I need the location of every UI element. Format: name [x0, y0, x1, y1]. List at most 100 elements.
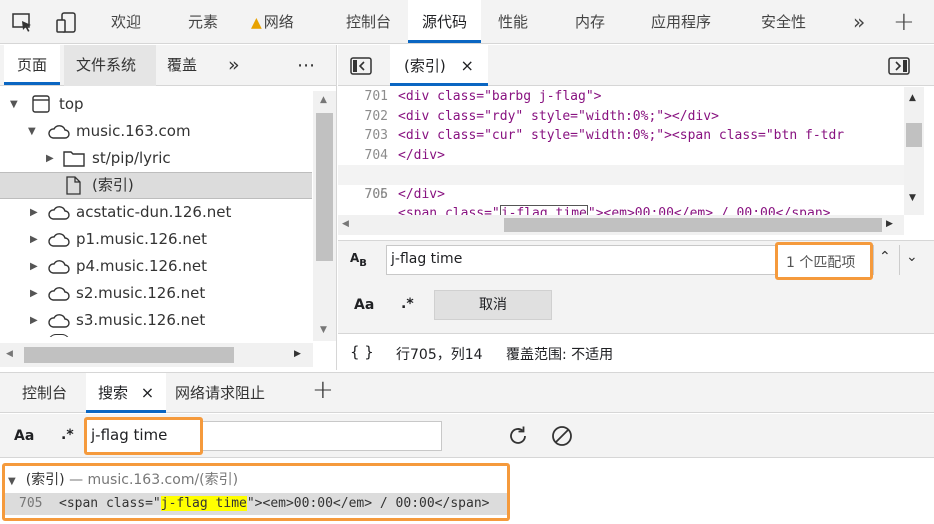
tab-performance[interactable]: 性能: [498, 0, 528, 44]
toggle-navigator-button[interactable]: [350, 57, 372, 75]
line-number: 702: [364, 108, 388, 124]
result-line-number: 705: [19, 496, 43, 511]
scroll-left-arrow-icon[interactable]: ◀: [6, 349, 13, 359]
regex-button[interactable]: .*: [61, 427, 74, 443]
navigator-vertical-scrollbar[interactable]: ▲ ▼: [313, 91, 336, 341]
sources-editor: (索引) × <div class="m-pbar" data-action="…: [338, 45, 934, 371]
scrollbar-thumb[interactable]: [504, 218, 882, 232]
scroll-right-arrow-icon[interactable]: ▶: [886, 219, 893, 229]
tab-welcome[interactable]: 欢迎: [111, 0, 141, 44]
find-input-value: j-flag time: [391, 251, 463, 267]
tree-item-domain[interactable]: ▶ s3.music.126.net: [0, 307, 312, 334]
editor-tab-label: (索引): [404, 57, 446, 75]
code-view[interactable]: <div class="m-pbar" data-action="noop"> …: [338, 87, 904, 217]
chevron-up-icon: ⌃: [879, 249, 891, 265]
clear-button[interactable]: [550, 424, 574, 448]
editor-status-bar: { } 行705，列14 覆盖范围: 不适用: [338, 333, 934, 371]
tree-item-folder[interactable]: ▶ st/pip/lyric: [0, 145, 312, 172]
drawer-tabs: 控制台 搜索 × 网络请求阻止 +: [0, 372, 934, 413]
scrollbar-thumb[interactable]: [316, 113, 333, 261]
drawer-tab-label: 网络请求阻止: [175, 384, 266, 402]
tab-security[interactable]: 安全性: [761, 0, 806, 44]
tab-console[interactable]: 控制台: [346, 0, 391, 44]
drawer-tab-console[interactable]: 控制台: [22, 373, 67, 413]
tab-elements[interactable]: 元素: [188, 0, 218, 44]
tree-item-label: acstatic-dun.126.net: [76, 203, 232, 221]
match-case-button[interactable]: Aa: [354, 297, 374, 313]
tree-item-top[interactable]: ▼ top: [0, 91, 312, 118]
drawer-tab-network-request-blocking[interactable]: 网络请求阻止: [175, 373, 265, 413]
tab-overrides[interactable]: 覆盖: [167, 45, 197, 86]
tree-item-music-163[interactable]: ▼ music.163.com: [0, 118, 312, 145]
tab-network[interactable]: ▲ 网络: [251, 0, 294, 44]
result-match-highlight: j-flag time: [160, 496, 247, 511]
navigator-tabs: 页面 文件系统 覆盖 » ⋯: [0, 45, 336, 86]
sources-navigator: 页面 文件系统 覆盖 » ⋯ ▼ top ▼ music.163.com ▶ s…: [0, 45, 337, 370]
tree-item-label: music.163.com: [76, 122, 191, 140]
tab-security-label: 安全性: [761, 13, 807, 31]
tree-item-label: st/pip/lyric: [92, 149, 171, 167]
tree-item-domain[interactable]: ▶ s2.music.126.net: [0, 280, 312, 307]
line-text: </div>: [398, 186, 445, 202]
code-horizontal-scrollbar[interactable]: ◀ ▶: [338, 215, 904, 235]
replace-toggle-icon[interactable]: AB: [350, 251, 367, 269]
tab-page[interactable]: 页面: [4, 45, 61, 85]
pretty-print-button[interactable]: { }: [350, 343, 374, 361]
scroll-down-arrow-icon[interactable]: ▼: [320, 325, 327, 335]
tab-filesystem[interactable]: 文件系统: [64, 45, 156, 86]
cancel-button[interactable]: 取消: [434, 290, 552, 320]
search-result-file[interactable]: ▼ (索引) — music.163.com/(索引): [8, 469, 238, 491]
result-text-pre: <span class=": [59, 496, 161, 511]
tree-item-label: s2.music.126.net: [76, 284, 206, 302]
scroll-down-arrow-icon[interactable]: ▼: [909, 193, 916, 203]
match-case-button[interactable]: Aa: [14, 428, 34, 444]
add-panel-button[interactable]: +: [893, 0, 915, 44]
search-query-highlight-box: j-flag time: [84, 417, 203, 455]
scrollbar-thumb[interactable]: [24, 347, 234, 363]
devtools-top-tabbar: 欢迎 元素 ▲ 网络 控制台 源代码 性能 内存 应用程序 安全性 » +: [0, 0, 934, 44]
line-number: 704: [364, 147, 388, 163]
line-number: 701: [364, 89, 388, 104]
more-dots-icon: ⋯: [297, 55, 315, 76]
search-result-line[interactable]: 705 <span class="j-flag time"><em>00:00<…: [5, 493, 507, 515]
inspect-element-icon[interactable]: [12, 13, 34, 33]
more-tabs-button[interactable]: »: [853, 0, 865, 44]
cloud-icon: [48, 232, 70, 247]
tree-item-domain[interactable]: ▶ acstatic-dun.126.net: [0, 199, 312, 226]
navigator-menu-button[interactable]: ⋯: [297, 45, 315, 86]
tree-item-domain[interactable]: ▶ p1.music.126.net: [0, 226, 312, 253]
tab-sources[interactable]: 源代码: [408, 0, 482, 43]
scroll-left-arrow-icon[interactable]: ◀: [342, 219, 349, 229]
cloud-icon: [48, 334, 70, 337]
tree-item-label: top: [59, 95, 84, 113]
navigator-horizontal-scrollbar[interactable]: ◀ ▶: [0, 343, 313, 367]
next-match-button[interactable]: ⌄: [899, 245, 925, 275]
find-bar: AB j-flag time 1 个匹配项 ⌃ ⌄ Aa .* 取消 { } 行…: [338, 240, 934, 371]
close-icon[interactable]: ×: [141, 383, 154, 402]
previous-match-button[interactable]: ⌃: [873, 245, 899, 275]
tab-application[interactable]: 应用程序: [651, 0, 711, 44]
line-number: 703: [364, 128, 388, 143]
tree-item-domain[interactable]: ▶ p4.music.126.net: [0, 253, 312, 280]
cloud-icon: [48, 124, 70, 139]
scroll-up-arrow-icon[interactable]: ▲: [320, 95, 327, 105]
code-vertical-scrollbar[interactable]: ▲ ▼: [904, 87, 924, 215]
tab-memory[interactable]: 内存: [575, 0, 605, 44]
editor-tab-index[interactable]: (索引) ×: [390, 45, 488, 86]
tab-application-label: 应用程序: [651, 13, 712, 31]
tree-item-index-file[interactable]: (索引): [0, 172, 312, 199]
scrollbar-thumb[interactable]: [906, 123, 922, 147]
regex-button[interactable]: .*: [401, 296, 414, 312]
scroll-up-arrow-icon[interactable]: ▲: [909, 93, 916, 103]
close-icon[interactable]: ×: [461, 56, 474, 75]
drawer-tab-search[interactable]: 搜索 ×: [86, 373, 167, 413]
collapsed-arrow-icon: ▶: [30, 207, 38, 218]
scroll-right-arrow-icon[interactable]: ▶: [294, 349, 301, 359]
device-emulation-icon[interactable]: [56, 12, 78, 34]
refresh-button[interactable]: [506, 424, 530, 448]
tab-overrides-label: 覆盖: [167, 56, 198, 74]
more-navigator-tabs-button[interactable]: »: [228, 45, 240, 86]
add-drawer-tab-button[interactable]: +: [312, 375, 334, 405]
toggle-debugger-button[interactable]: [888, 57, 910, 75]
chevron-double-right-icon: »: [853, 10, 866, 34]
